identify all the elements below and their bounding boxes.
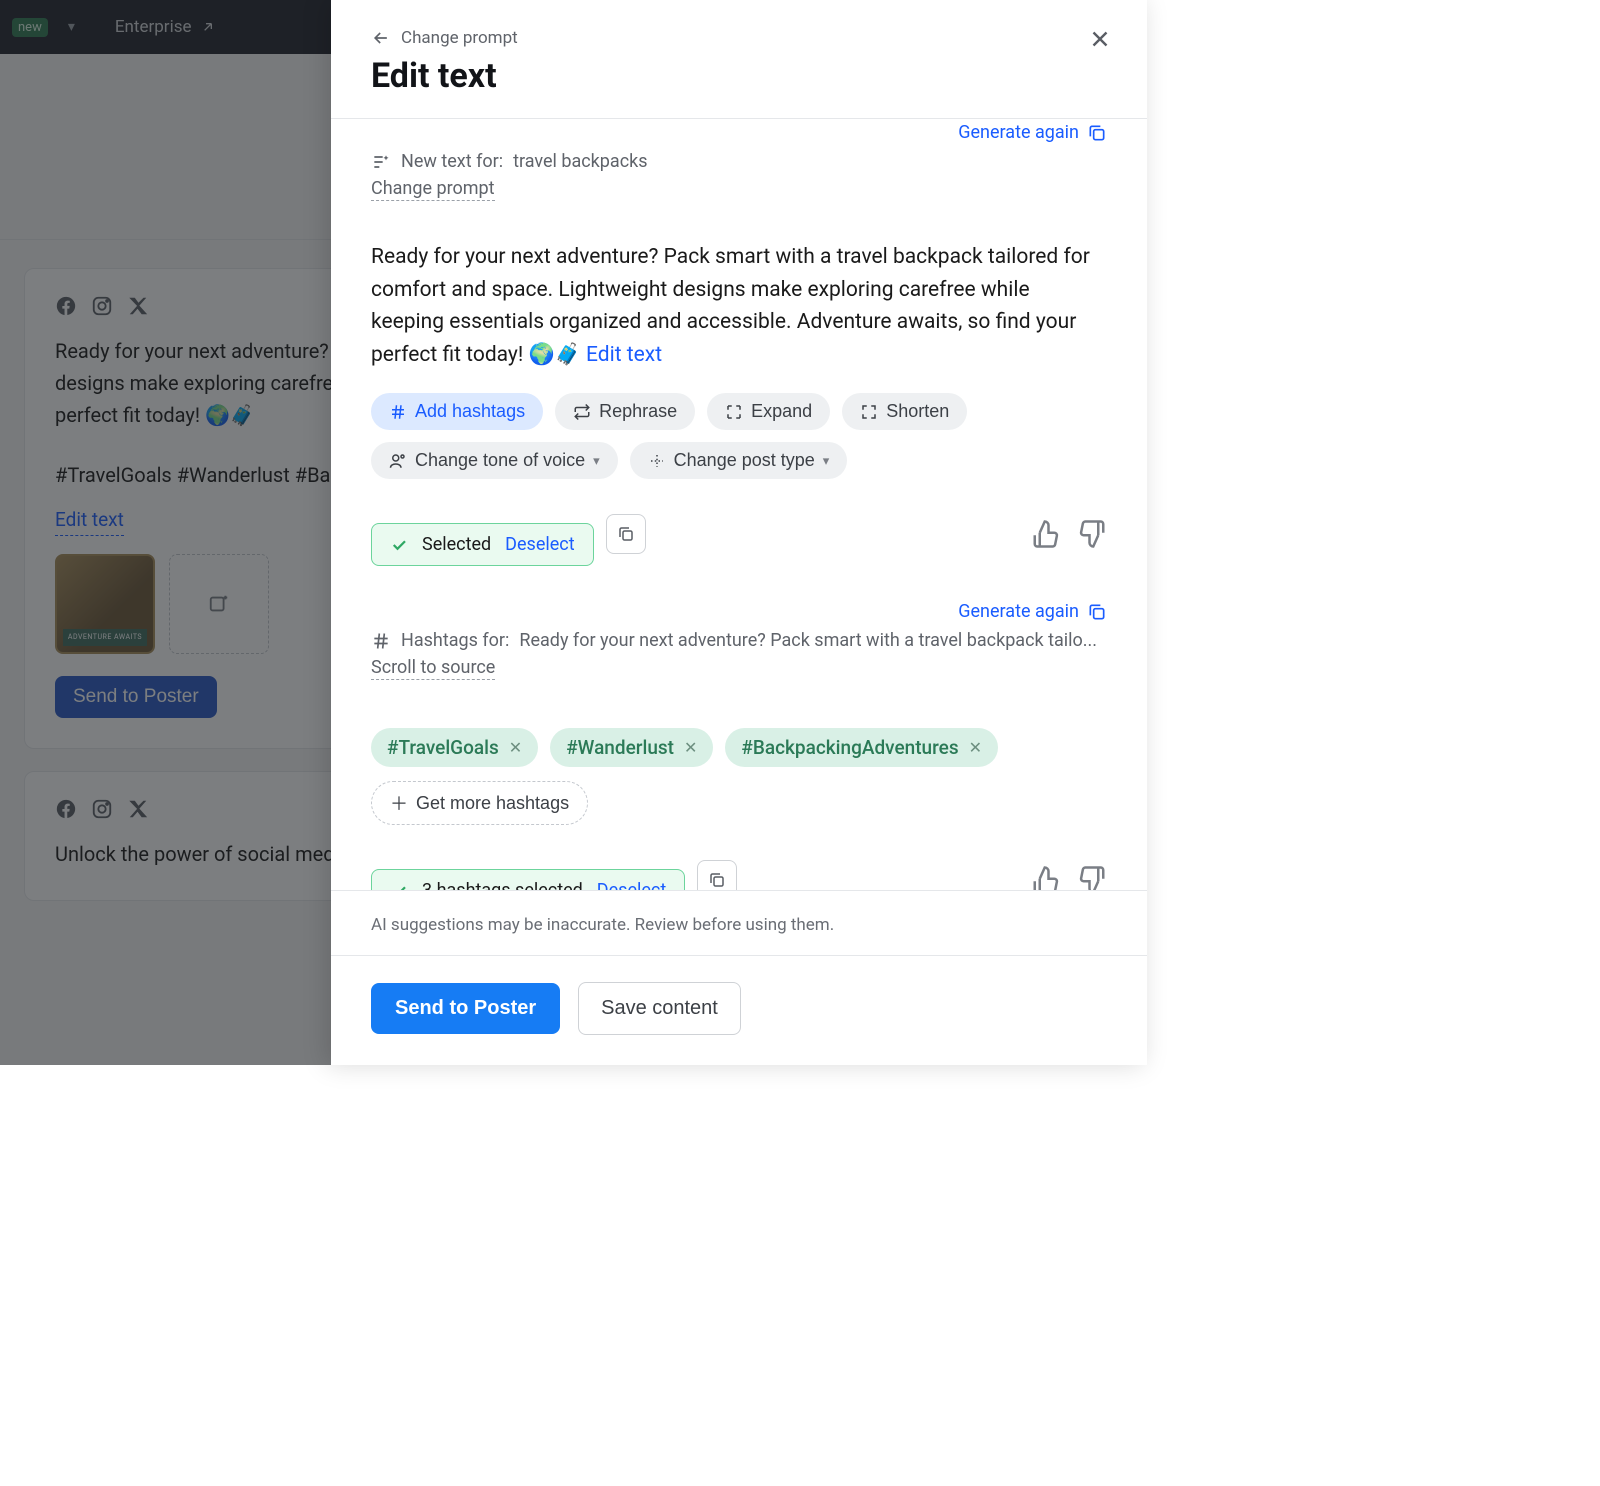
- remove-tag-icon[interactable]: ✕: [509, 738, 522, 757]
- back-change-prompt[interactable]: Change prompt: [371, 28, 1107, 48]
- ai-disclaimer: AI suggestions may be inaccurate. Review…: [371, 915, 1107, 935]
- check-icon: [390, 882, 408, 890]
- chevron-down-icon: ▾: [823, 453, 830, 469]
- save-content-button[interactable]: Save content: [578, 982, 741, 1035]
- get-more-hashtags-button[interactable]: ＋ Get more hashtags: [371, 781, 588, 825]
- change-post-type-chip[interactable]: Change post type ▾: [630, 442, 848, 479]
- hashtag-pill: #Wanderlust ✕: [550, 728, 713, 767]
- thumbs-down-button[interactable]: [1077, 519, 1107, 549]
- expand-chip[interactable]: Expand: [707, 393, 830, 430]
- sparkle-list-icon: [371, 152, 391, 172]
- n-hashtags-selected-label: 3 hashtags selected: [422, 880, 583, 890]
- hashtags-for-label: Hashtags for:: [401, 630, 509, 651]
- remove-tag-icon[interactable]: ✕: [969, 738, 982, 757]
- selected-label: Selected: [422, 534, 491, 555]
- selected-indicator: Selected Deselect: [371, 523, 594, 566]
- thumbs-up-button[interactable]: [1031, 865, 1061, 890]
- generate-again-button[interactable]: Generate again: [958, 122, 1107, 143]
- generate-again-button[interactable]: Generate again: [958, 601, 1107, 622]
- edit-text-inline-link[interactable]: Edit text: [586, 343, 662, 367]
- change-tone-chip[interactable]: Change tone of voice ▾: [371, 442, 618, 479]
- back-label: Change prompt: [401, 28, 518, 48]
- rephrase-chip[interactable]: Rephrase: [555, 393, 695, 430]
- shorten-chip[interactable]: Shorten: [842, 393, 967, 430]
- remove-tag-icon[interactable]: ✕: [684, 738, 697, 757]
- generated-text: Ready for your next adventure? Pack smar…: [371, 241, 1107, 371]
- panel-title: Edit text: [371, 56, 1107, 96]
- edit-text-panel: Change prompt Edit text New text for: tr…: [331, 0, 1147, 1065]
- copy-button[interactable]: [697, 860, 737, 890]
- hashtag-pill: #BackpackingAdventures ✕: [725, 728, 998, 767]
- check-icon: [390, 536, 408, 554]
- hashtag-icon: [371, 631, 391, 651]
- close-button[interactable]: [1081, 20, 1119, 58]
- thumbs-up-button[interactable]: [1031, 519, 1061, 549]
- send-to-poster-button[interactable]: Send to Poster: [371, 983, 560, 1034]
- hashtags-for-value: Ready for your next adventure? Pack smar…: [519, 630, 1107, 651]
- hashtag-pill: #TravelGoals ✕: [371, 728, 538, 767]
- deselect-link[interactable]: Deselect: [505, 534, 574, 555]
- prompt-topic: travel backpacks: [513, 151, 647, 172]
- add-hashtags-chip[interactable]: Add hashtags: [371, 393, 543, 430]
- deselect-link[interactable]: Deselect: [597, 880, 666, 890]
- plus-icon: ＋: [390, 790, 408, 816]
- hashtags-selected-indicator: 3 hashtags selected Deselect: [371, 869, 685, 890]
- change-prompt-link[interactable]: Change prompt: [371, 178, 495, 201]
- scroll-to-source-link[interactable]: Scroll to source: [371, 657, 495, 680]
- new-text-for-label: New text for:: [401, 151, 503, 172]
- chevron-down-icon: ▾: [593, 453, 600, 469]
- copy-button[interactable]: [606, 514, 646, 554]
- thumbs-down-button[interactable]: [1077, 865, 1107, 890]
